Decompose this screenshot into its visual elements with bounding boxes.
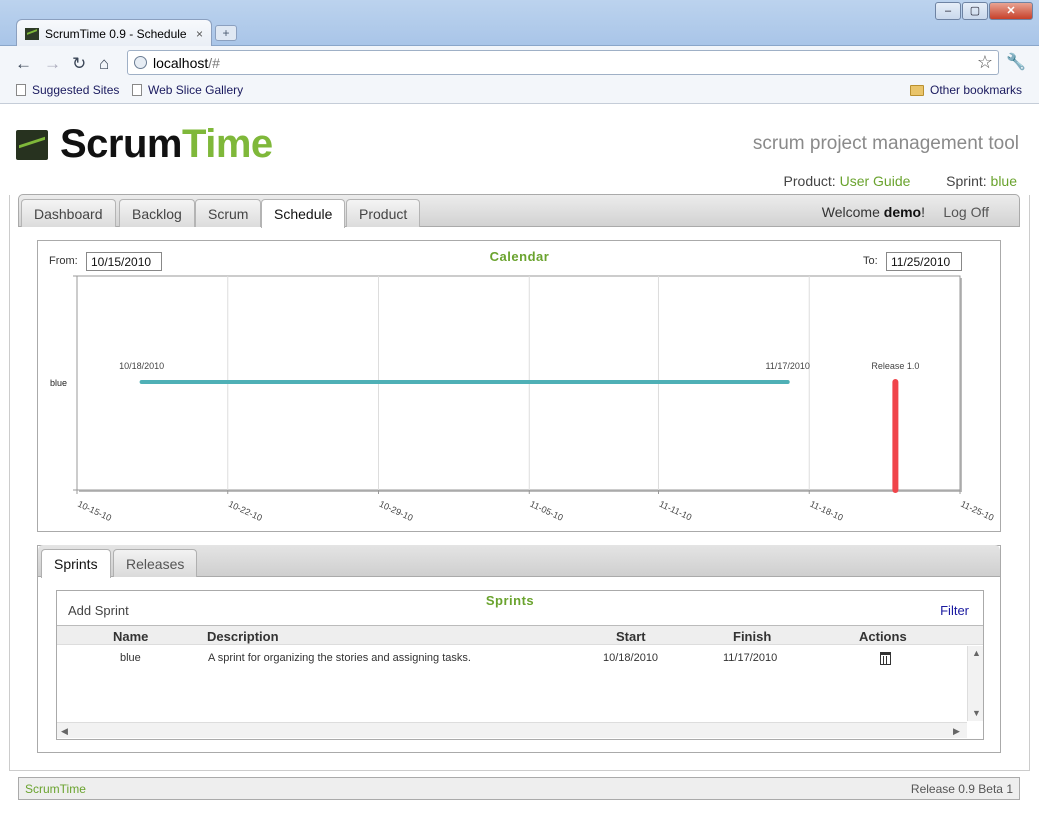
welcome-text: Welcome demo! bbox=[821, 204, 925, 220]
bookmark-star-icon[interactable]: ☆ bbox=[977, 52, 993, 73]
footer-version: Release 0.9 Beta 1 bbox=[910, 782, 1013, 796]
sprint-name-cell: blue bbox=[120, 652, 141, 664]
tab-close-icon[interactable]: × bbox=[196, 27, 203, 41]
logo-scrum: Scrum bbox=[60, 122, 183, 166]
globe-icon bbox=[134, 56, 147, 69]
to-label: To: bbox=[863, 255, 878, 267]
username: demo bbox=[883, 204, 922, 220]
column-header-actions[interactable]: Actions bbox=[859, 629, 907, 644]
sprint-description-cell: A sprint for organizing the stories and … bbox=[208, 652, 471, 664]
close-window-button[interactable]: ✕ bbox=[989, 2, 1033, 20]
context-line: Product: User Guide Sprint: blue bbox=[784, 173, 1017, 189]
tagline: scrum project management tool bbox=[752, 133, 1019, 154]
filter-link[interactable]: Filter bbox=[940, 603, 969, 618]
folder-icon bbox=[910, 84, 924, 96]
sub-nav: Sprints Releases bbox=[38, 545, 1000, 578]
tab-product[interactable]: Product bbox=[346, 199, 421, 227]
bookmark-web-slice-gallery[interactable]: Web Slice Gallery bbox=[132, 83, 243, 97]
tab-title: ScrumTime 0.9 - Schedule bbox=[45, 26, 187, 41]
bookmark-suggested-sites[interactable]: Suggested Sites bbox=[16, 83, 119, 97]
add-sprint-link[interactable]: Add Sprint bbox=[68, 603, 129, 618]
footer-app-link[interactable]: ScrumTime bbox=[25, 782, 86, 796]
browser-tab[interactable]: ScrumTime 0.9 - Schedule × bbox=[16, 19, 212, 47]
wrench-icon[interactable]: 🔧 bbox=[1006, 52, 1026, 72]
horizontal-scrollbar[interactable]: ◀ ▶ bbox=[57, 722, 967, 738]
product-label: Product: bbox=[783, 173, 836, 189]
maximize-button[interactable]: ▢ bbox=[962, 2, 988, 20]
sprint-start-cell: 10/18/2010 bbox=[603, 652, 659, 664]
column-header-start[interactable]: Start bbox=[616, 629, 646, 644]
window-controls: – ▢ ✕ bbox=[935, 2, 1033, 20]
scroll-up-icon[interactable]: ▲ bbox=[972, 648, 981, 658]
tab-releases[interactable]: Releases bbox=[113, 549, 198, 577]
address-bar[interactable]: localhost/# ☆ bbox=[127, 50, 999, 75]
home-icon[interactable]: ⌂ bbox=[99, 54, 109, 74]
scroll-left-icon[interactable]: ◀ bbox=[61, 726, 68, 737]
scrumtime-favicon-icon bbox=[25, 27, 39, 40]
calendar-panel bbox=[37, 240, 1001, 532]
sprint-link[interactable]: blue bbox=[991, 173, 1017, 189]
sprints-title: Sprints bbox=[485, 593, 535, 608]
window-titlebar: ScrumTime 0.9 - Schedule × + – ▢ ✕ bbox=[0, 0, 1039, 47]
sprint-label: Sprint: bbox=[946, 173, 987, 189]
bookmarks-bar: Suggested Sites Web Slice Gallery Other … bbox=[0, 80, 1039, 104]
scroll-right-icon[interactable]: ▶ bbox=[953, 726, 960, 737]
page-icon bbox=[16, 84, 26, 96]
column-header-finish[interactable]: Finish bbox=[733, 629, 771, 644]
scroll-down-icon[interactable]: ▼ bbox=[972, 708, 981, 718]
other-bookmarks[interactable]: Other bookmarks bbox=[910, 83, 1022, 97]
tab-scrum[interactable]: Scrum bbox=[195, 199, 262, 227]
vertical-scrollbar[interactable]: ▲ ▼ bbox=[967, 646, 983, 721]
page-icon bbox=[132, 84, 142, 96]
forward-arrow-icon[interactable]: → bbox=[44, 54, 61, 74]
logo-time: Time bbox=[182, 122, 273, 166]
grid-header: Name Description Start Finish Actions bbox=[57, 625, 983, 645]
app-logo[interactable]: ScrumTime bbox=[16, 122, 273, 167]
back-arrow-icon[interactable]: ← bbox=[15, 54, 32, 74]
calendar-title: Calendar bbox=[489, 249, 550, 264]
chart-logo-icon bbox=[16, 129, 48, 160]
tab-sprints[interactable]: Sprints bbox=[41, 549, 111, 578]
trash-icon[interactable] bbox=[880, 652, 891, 665]
minimize-button[interactable]: – bbox=[935, 2, 961, 20]
footer: ScrumTime Release 0.9 Beta 1 bbox=[18, 777, 1020, 800]
column-header-name[interactable]: Name bbox=[113, 629, 148, 644]
reload-icon[interactable]: ↻ bbox=[72, 54, 86, 74]
tab-schedule[interactable]: Schedule bbox=[261, 199, 346, 228]
logoff-link[interactable]: Log Off bbox=[943, 204, 989, 220]
new-tab-button[interactable]: + bbox=[215, 25, 237, 41]
main-nav: Dashboard Backlog Scrum Schedule Product… bbox=[18, 194, 1020, 228]
tab-backlog[interactable]: Backlog bbox=[119, 199, 195, 227]
to-date-input[interactable]: 11/25/2010 bbox=[886, 252, 962, 271]
sprints-grid-box bbox=[56, 590, 984, 740]
column-header-description[interactable]: Description bbox=[207, 629, 279, 644]
url-text: localhost/# bbox=[153, 55, 220, 71]
tab-dashboard[interactable]: Dashboard bbox=[21, 199, 116, 227]
product-link[interactable]: User Guide bbox=[840, 173, 911, 189]
sprint-finish-cell: 11/17/2010 bbox=[723, 652, 778, 664]
